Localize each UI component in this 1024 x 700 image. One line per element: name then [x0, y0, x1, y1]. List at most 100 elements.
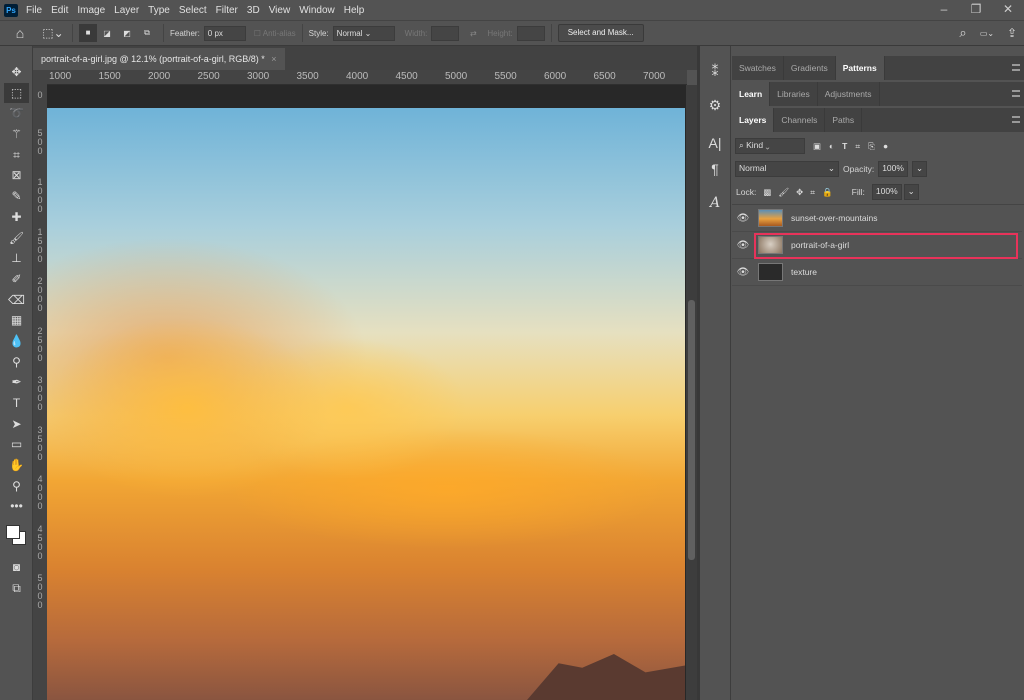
tab-paths[interactable]: Paths — [825, 108, 863, 132]
layer-row-selected[interactable]: 👁 portrait-of-a-girl — [732, 232, 1022, 259]
close-tab-icon[interactable]: × — [271, 54, 276, 64]
feather-input[interactable]: 0 px — [203, 25, 246, 41]
close-window-button[interactable]: ✕ — [992, 0, 1024, 20]
share-icon[interactable]: ⇪ — [1000, 26, 1024, 40]
menu-view[interactable]: View — [269, 5, 291, 16]
image-canvas[interactable] — [47, 108, 685, 700]
lock-transparent-icon[interactable]: ▩ — [763, 187, 771, 198]
type-tool-icon[interactable]: T — [0, 393, 33, 414]
lock-all-icon[interactable]: 🔒 — [822, 187, 833, 198]
quick-mask-icon[interactable]: ◙ — [0, 557, 33, 578]
anti-alias-checkbox[interactable]: ☐ Anti-alias — [254, 29, 296, 38]
search-icon[interactable]: ⌕ — [952, 25, 974, 41]
minimize-button[interactable]: – — [928, 0, 960, 20]
panel-menu-icon[interactable] — [1012, 90, 1020, 97]
color-swatches[interactable] — [0, 517, 33, 557]
tab-learn[interactable]: Learn — [732, 82, 771, 106]
visibility-eye-icon[interactable]: 👁 — [732, 213, 754, 224]
menu-filter[interactable]: Filter — [216, 5, 238, 16]
filter-toggle-icon[interactable]: ● — [883, 141, 888, 151]
menu-image[interactable]: Image — [77, 5, 105, 16]
pen-tool-icon[interactable]: ✒ — [0, 372, 33, 393]
filter-smart-object-icon[interactable]: ⎘ — [868, 141, 875, 152]
menu-select[interactable]: Select — [179, 5, 207, 16]
healing-brush-tool-icon[interactable]: ✚ — [0, 207, 33, 228]
tab-layers[interactable]: Layers — [732, 108, 775, 132]
width-input[interactable] — [431, 25, 460, 41]
screen-mode-icon[interactable]: ⧉ — [0, 578, 33, 599]
hand-tool-icon[interactable]: ✋ — [0, 455, 33, 476]
layer-row[interactable]: 👁 texture — [732, 259, 1022, 286]
menu-file[interactable]: File — [26, 5, 42, 16]
menu-edit[interactable]: Edit — [51, 5, 68, 16]
magic-wand-tool-icon[interactable]: ⚚ — [0, 124, 33, 145]
brush-tool-icon[interactable]: 🖌 — [0, 228, 33, 249]
layer-filter-select[interactable]: ⌕ Kind ⌄ — [735, 138, 805, 154]
filter-pixel-icon[interactable]: ▣ — [813, 141, 821, 152]
more-tools-icon[interactable]: ••• — [0, 496, 33, 517]
scrollbar-thumb[interactable] — [688, 300, 695, 560]
style-select[interactable]: Normal ⌄ — [332, 25, 395, 41]
paragraph-panel-icon[interactable]: ¶ — [700, 156, 730, 182]
dodge-tool-icon[interactable]: ⚲ — [0, 352, 33, 373]
height-input[interactable] — [516, 25, 545, 41]
lasso-tool-icon[interactable]: ➰ — [0, 103, 33, 124]
properties-panel-icon[interactable]: ⚙ — [700, 92, 730, 118]
blend-mode-select[interactable]: Normal ⌄ — [735, 161, 839, 177]
swap-icon[interactable]: ⇄ — [459, 29, 487, 38]
filter-type-icon[interactable]: T — [842, 141, 847, 151]
visibility-eye-icon[interactable]: 👁 — [732, 240, 754, 251]
menu-layer[interactable]: Layer — [114, 5, 139, 16]
menu-window[interactable]: Window — [299, 5, 335, 16]
move-tool-icon[interactable]: ✥ — [0, 62, 33, 83]
workspace-icon[interactable]: ▭⌄ — [974, 29, 1000, 38]
eyedropper-tool-icon[interactable]: ✎ — [0, 186, 33, 207]
intersect-selection-icon[interactable]: ⧉ — [137, 28, 157, 38]
lock-image-icon[interactable]: 🖌 — [778, 187, 789, 198]
menu-3d[interactable]: 3D — [247, 5, 260, 16]
visibility-eye-icon[interactable]: 👁 — [732, 267, 754, 278]
menu-help[interactable]: Help — [344, 5, 365, 16]
select-and-mask-button[interactable]: Select and Mask... — [557, 24, 644, 42]
frame-tool-icon[interactable]: ⊠ — [0, 165, 33, 186]
subtract-selection-icon[interactable]: ◩ — [117, 29, 137, 38]
rectangle-tool-icon[interactable]: ▭ — [0, 434, 33, 455]
marquee-tool-icon[interactable]: ⬚ — [4, 82, 29, 104]
panel-menu-icon[interactable] — [1012, 64, 1020, 71]
tab-patterns[interactable]: Patterns — [835, 56, 885, 80]
fill-dropdown[interactable]: ⌄ — [903, 184, 919, 200]
fill-input[interactable]: 100% — [871, 184, 902, 200]
eraser-tool-icon[interactable]: ⌫ — [0, 290, 33, 311]
document-tab[interactable]: portrait-of-a-girl.jpg @ 12.1% (portrait… — [33, 48, 285, 70]
tab-libraries[interactable]: Libraries — [770, 82, 818, 106]
add-selection-icon[interactable]: ◪ — [97, 29, 117, 38]
glyphs-panel-icon[interactable]: A — [700, 190, 730, 216]
clone-stamp-tool-icon[interactable]: ⊥ — [0, 248, 33, 269]
opacity-input[interactable]: 100% — [878, 161, 908, 177]
tab-adjustments[interactable]: Adjustments — [818, 82, 880, 106]
restore-button[interactable]: ❐ — [960, 0, 992, 20]
history-brush-tool-icon[interactable]: ✐ — [0, 269, 33, 290]
filter-shape-icon[interactable]: ⌗ — [855, 141, 860, 152]
zoom-tool-icon[interactable]: ⚲ — [0, 476, 33, 497]
filter-adjustment-icon[interactable]: ◐ — [829, 141, 834, 151]
opacity-dropdown[interactable]: ⌄ — [911, 161, 928, 177]
blur-tool-icon[interactable]: 💧 — [0, 331, 33, 352]
tab-channels[interactable]: Channels — [774, 108, 826, 132]
panel-menu-icon[interactable] — [1012, 116, 1020, 123]
marquee-preset-icon[interactable]: ⬚⌄ — [40, 26, 66, 40]
lock-artboard-icon[interactable]: ⌗ — [810, 187, 815, 198]
path-selection-tool-icon[interactable]: ➤ — [0, 414, 33, 435]
foreground-color[interactable] — [6, 525, 20, 540]
character-panel-icon[interactable]: A| — [700, 130, 730, 156]
new-selection-icon[interactable]: ■ — [79, 24, 97, 42]
tab-swatches[interactable]: Swatches — [732, 56, 784, 80]
crop-tool-icon[interactable]: ⌗ — [0, 145, 33, 166]
layer-row[interactable]: 👁 sunset-over-mountains — [732, 205, 1022, 232]
lock-position-icon[interactable]: ✥ — [796, 187, 803, 198]
home-icon[interactable]: ⌂ — [0, 25, 40, 41]
tab-gradients[interactable]: Gradients — [784, 56, 836, 80]
gradient-tool-icon[interactable]: ▦ — [0, 310, 33, 331]
history-panel-icon[interactable]: ⁑ — [700, 58, 730, 84]
menu-type[interactable]: Type — [148, 5, 170, 16]
